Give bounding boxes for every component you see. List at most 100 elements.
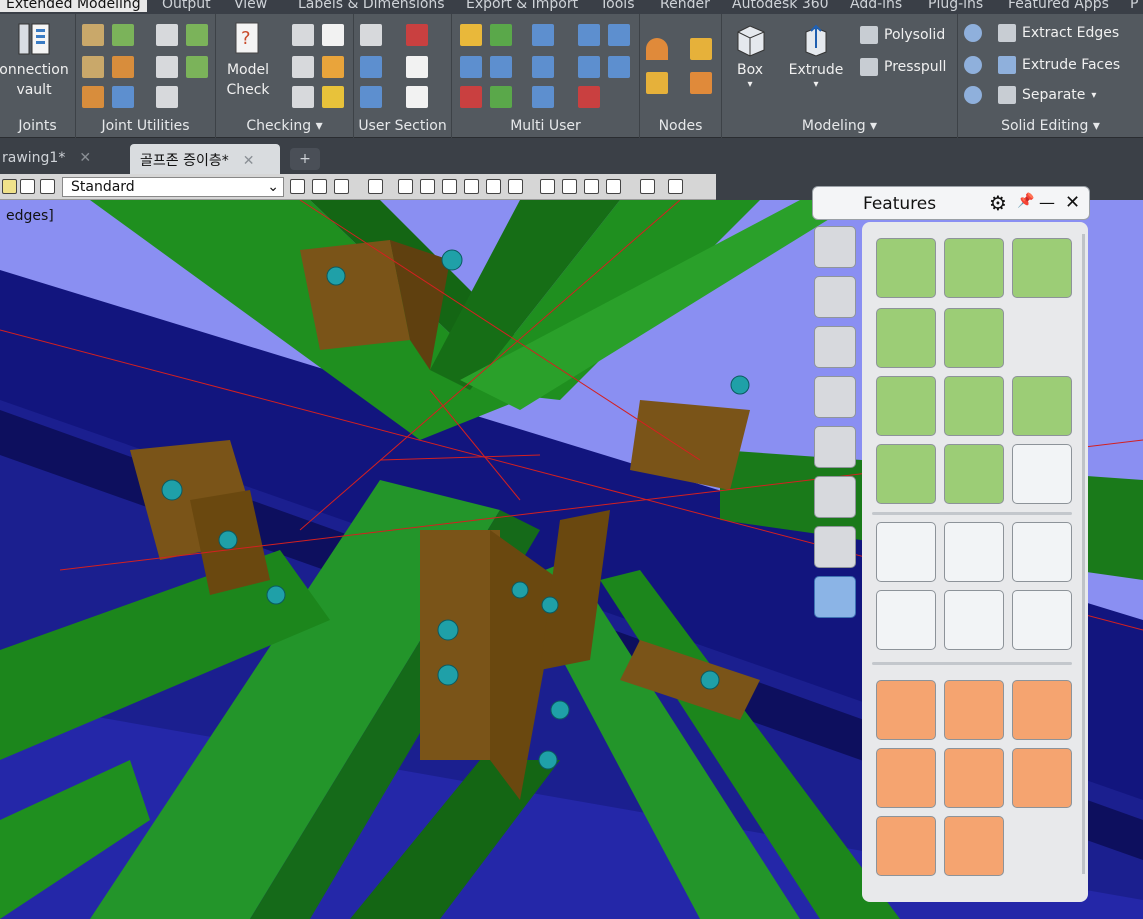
plate-polygon-contour-tile[interactable] bbox=[944, 748, 1004, 808]
add-tab-button[interactable]: + bbox=[290, 148, 320, 170]
menu-tab-extended-modeling[interactable]: Extended Modeling bbox=[0, 0, 147, 12]
view-cube-icon-5[interactable] bbox=[486, 179, 501, 194]
check-tool-icon-6[interactable] bbox=[322, 86, 344, 108]
multi-user-icon-5[interactable] bbox=[608, 24, 630, 46]
model-check-button[interactable]: ? Model Check bbox=[220, 20, 276, 100]
menu-tab-add-ins[interactable]: Add-ins bbox=[850, 0, 902, 12]
multi-user-icon-1[interactable] bbox=[460, 24, 482, 46]
iso-view-icon-3[interactable] bbox=[584, 179, 599, 194]
joint-tool-icon-8[interactable] bbox=[186, 56, 208, 78]
plate-rect-contour-tile[interactable] bbox=[876, 680, 936, 740]
y-node-icon[interactable] bbox=[646, 72, 668, 94]
check-tool-icon-1[interactable] bbox=[292, 24, 314, 46]
pan-icon[interactable] bbox=[668, 179, 683, 194]
user-section-icon-5[interactable] bbox=[360, 86, 382, 108]
rect-contour-2-tile[interactable] bbox=[944, 376, 1004, 436]
user-section-icon-4[interactable] bbox=[406, 56, 428, 78]
minimize-icon[interactable]: — bbox=[1039, 193, 1055, 212]
ibeam-section-tile[interactable] bbox=[1012, 444, 1072, 504]
user-profile-icon[interactable] bbox=[814, 326, 856, 368]
plate-round-contour-2-tile[interactable] bbox=[876, 748, 936, 808]
panel-label-solid-editing[interactable]: Solid Editing ▾ bbox=[958, 118, 1143, 134]
box-button[interactable]: Box ▾ bbox=[726, 20, 774, 90]
multi-user-icon-9[interactable] bbox=[578, 56, 600, 78]
check-tool-icon-3[interactable] bbox=[292, 56, 314, 78]
plate-notch-tile[interactable] bbox=[1012, 522, 1072, 582]
view-cube-icon-6[interactable] bbox=[508, 179, 523, 194]
tab-drawing1[interactable]: rawing1* ✕ bbox=[0, 144, 126, 174]
joint-tool-icon-5[interactable] bbox=[82, 56, 104, 78]
round-contour-tile[interactable] bbox=[1012, 376, 1072, 436]
menu-tab-render[interactable]: Render bbox=[660, 0, 710, 12]
multi-user-icon-11[interactable] bbox=[460, 86, 482, 108]
plate-round-contour-tile[interactable] bbox=[1012, 680, 1072, 740]
menu-tab-labels[interactable]: Labels & Dimensions bbox=[298, 0, 445, 12]
camera-icon[interactable] bbox=[640, 179, 655, 194]
menu-tab-autodesk-360[interactable]: Autodesk 360 bbox=[732, 0, 829, 12]
gear-icon[interactable]: ⚙ bbox=[989, 191, 1007, 215]
check-tool-icon-5[interactable] bbox=[292, 86, 314, 108]
user-section-icon-3[interactable] bbox=[360, 56, 382, 78]
round-contour-2-tile[interactable] bbox=[876, 444, 936, 504]
multi-user-icon-10[interactable] bbox=[608, 56, 630, 78]
y-node-edit-icon[interactable] bbox=[690, 72, 712, 94]
multi-user-icon-2[interactable] bbox=[490, 24, 512, 46]
joint-tool-icon-4[interactable] bbox=[186, 24, 208, 46]
tab-golfzon[interactable]: 골프존 증이층* ✕ bbox=[130, 144, 280, 174]
plate-rect-contour-2-tile[interactable] bbox=[944, 680, 1004, 740]
close-icon[interactable]: ✕ bbox=[79, 150, 91, 166]
bend-icon[interactable] bbox=[814, 526, 856, 568]
intersect-button[interactable] bbox=[964, 56, 982, 74]
panel-label-checking[interactable]: Checking ▾ bbox=[216, 118, 353, 134]
multi-user-icon-8[interactable] bbox=[532, 56, 554, 78]
menu-tab-p[interactable]: P bbox=[1130, 0, 1138, 12]
plate-ibeam-section-tile[interactable] bbox=[1012, 748, 1072, 808]
subtract-button[interactable] bbox=[964, 86, 982, 104]
union-button[interactable] bbox=[964, 24, 982, 42]
plate-corner-cut-tile[interactable] bbox=[876, 816, 936, 876]
features-scrollbar[interactable] bbox=[1082, 234, 1085, 874]
layer-tool-icon-2[interactable] bbox=[312, 179, 327, 194]
lock-icon[interactable] bbox=[40, 179, 55, 194]
menu-tab-view[interactable]: View bbox=[234, 0, 267, 12]
funnel-icon[interactable] bbox=[814, 476, 856, 518]
close-icon[interactable]: ✕ bbox=[243, 153, 255, 169]
menu-tab-plug-ins[interactable]: Plug-ins bbox=[928, 0, 983, 12]
joint-tool-icon-3[interactable] bbox=[156, 24, 178, 46]
panel-label-modeling[interactable]: Modeling ▾ bbox=[722, 118, 957, 134]
polygon-contour-tile[interactable] bbox=[944, 444, 1004, 504]
plate-polyline-tile[interactable] bbox=[944, 816, 1004, 876]
tools-icon[interactable] bbox=[814, 276, 856, 318]
axis-icon[interactable] bbox=[814, 376, 856, 418]
iso-view-icon-2[interactable] bbox=[562, 179, 577, 194]
view-cube-icon-4[interactable] bbox=[464, 179, 479, 194]
layer-tool-icon-1[interactable] bbox=[290, 179, 305, 194]
plate-stretch-tile[interactable] bbox=[944, 590, 1004, 650]
joint-tool-icon-9[interactable] bbox=[82, 86, 104, 108]
check-tool-icon-2[interactable] bbox=[322, 24, 344, 46]
joint-tool-icon-2[interactable] bbox=[112, 24, 134, 46]
multi-user-icon-7[interactable] bbox=[490, 56, 512, 78]
check-tool-icon-4[interactable] bbox=[322, 56, 344, 78]
pin-icon[interactable]: 📌 bbox=[1017, 193, 1034, 209]
joint-tool-icon-7[interactable] bbox=[156, 56, 178, 78]
iso-view-icon-1[interactable] bbox=[540, 179, 555, 194]
joint-tool-icon-10[interactable] bbox=[112, 86, 134, 108]
menu-tab-output[interactable]: Output bbox=[162, 0, 211, 12]
user-section-icon-1[interactable] bbox=[360, 24, 382, 46]
user-section-icon-2[interactable] bbox=[406, 24, 428, 46]
rect-contour-tile[interactable] bbox=[876, 376, 936, 436]
layer-tool-icon-3[interactable] bbox=[334, 179, 349, 194]
polysolid-button[interactable]: Polysolid bbox=[860, 26, 945, 44]
separate-button[interactable]: Separate ▾ bbox=[998, 86, 1096, 104]
beam-feature-icon[interactable] bbox=[814, 576, 856, 618]
connection-vault-button[interactable]: onnection vault bbox=[0, 20, 74, 100]
presspull-button[interactable]: Presspull bbox=[860, 58, 946, 76]
extrude-button[interactable]: Extrude ▾ bbox=[786, 20, 846, 90]
ucs-feature-tile[interactable] bbox=[876, 238, 936, 298]
cut-at-object-tile[interactable] bbox=[944, 308, 1004, 368]
user-section-icon-6[interactable] bbox=[406, 86, 428, 108]
plate-icon[interactable] bbox=[814, 426, 856, 468]
sun-icon[interactable] bbox=[2, 179, 17, 194]
joint-tool-icon-6[interactable] bbox=[112, 56, 134, 78]
